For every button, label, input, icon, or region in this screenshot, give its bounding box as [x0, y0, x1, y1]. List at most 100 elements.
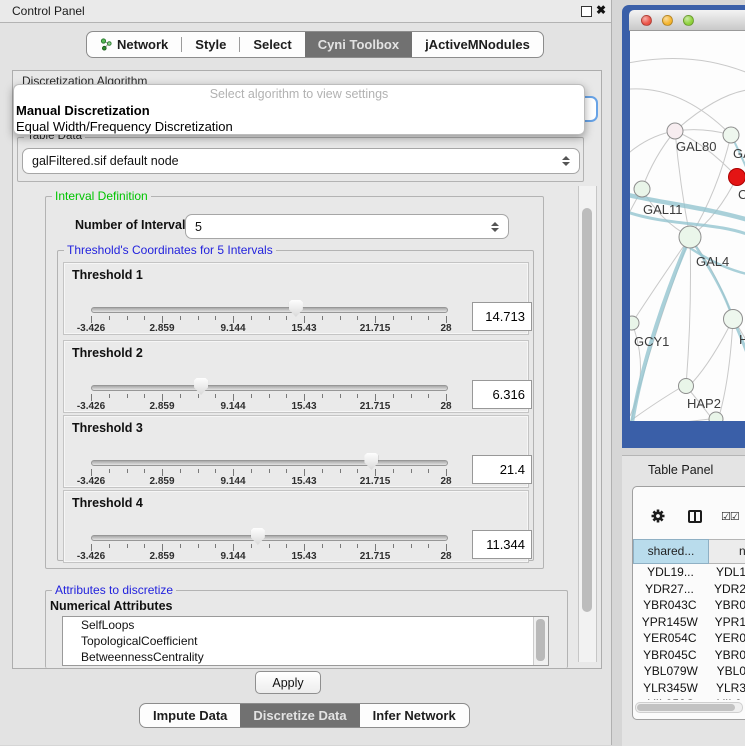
network-edge[interactable]	[630, 58, 745, 76]
split-columns-icon[interactable]	[688, 510, 702, 523]
network-edge-highlighted[interactable]	[690, 237, 733, 319]
tab-network[interactable]: Network	[87, 32, 181, 57]
attribute-list-item-betweennesscentrality[interactable]: BetweennessCentrality	[63, 649, 548, 665]
table-row[interactable]: YPR145WYPR1	[633, 615, 745, 632]
tab-jactivemnodules[interactable]: jActiveMNodules	[412, 32, 543, 57]
network-edge[interactable]	[642, 131, 675, 189]
threshold-value-field[interactable]: 6.316	[472, 380, 532, 409]
network-window-titlebar[interactable]	[629, 10, 745, 31]
cell-shared-name[interactable]: YBL079W	[633, 664, 709, 681]
slider-thumb[interactable]	[364, 453, 378, 470]
column-header-shared-name[interactable]: shared...	[633, 539, 709, 564]
tab-select[interactable]: Select	[240, 32, 304, 57]
slider-thumb[interactable]	[194, 378, 208, 395]
dropdown-option-manual-discretization[interactable]: Manual Discretization	[14, 103, 584, 119]
column-header-name[interactable]: n	[709, 539, 745, 564]
cell-shared-name[interactable]: YDR27...	[633, 582, 706, 599]
cell-shared-name[interactable]: YLR345W	[633, 681, 708, 698]
cell-shared-name[interactable]: YPR145W	[633, 615, 707, 632]
threshold-slider[interactable]: -3.4262.8599.14415.4321.71528	[91, 491, 446, 562]
network-node-gal80[interactable]	[667, 123, 683, 139]
network-view-window[interactable]: GAL80GACGAL11GAL4GCY1HHAP2	[622, 5, 745, 448]
node-label: H	[739, 332, 745, 347]
cell-name[interactable]: YDL1	[708, 565, 745, 582]
network-edge[interactable]	[692, 319, 733, 383]
cell-shared-name[interactable]: YDL19...	[633, 565, 708, 582]
slider-thumb[interactable]	[251, 528, 265, 545]
scrollbar-thumb[interactable]	[637, 704, 735, 711]
checked-checkbox-icons[interactable]: ☑☑	[721, 510, 739, 523]
apply-button[interactable]: Apply	[255, 671, 321, 694]
close-icon[interactable]: ✖	[596, 3, 606, 17]
table-row[interactable]: YDL19...YDL1	[633, 565, 745, 582]
threshold-value-field[interactable]: 21.4	[472, 455, 532, 484]
settings-vertical-scrollbar[interactable]	[578, 186, 597, 662]
numerical-attributes-listbox[interactable]: SelfLoopsTopologicalCoefficientBetweenne…	[62, 616, 549, 666]
slider-thumb[interactable]	[289, 300, 303, 317]
zoom-traffic-light-icon[interactable]	[683, 15, 694, 26]
attribute-list-item-topologicalcoefficient[interactable]: TopologicalCoefficient	[63, 633, 548, 649]
slider-track[interactable]	[91, 460, 448, 466]
table-data-combobox[interactable]: galFiltered.sif default node	[22, 148, 580, 174]
cell-shared-name[interactable]: YBR045C	[633, 648, 707, 665]
threshold-panel-3: Threshold 3 -3.4262.8599.14415.4321.7152…	[63, 415, 529, 488]
cell-name[interactable]: YLR3	[708, 681, 745, 698]
table-row[interactable]: YDR27...YDR2	[633, 582, 745, 599]
network-node-hap2[interactable]	[679, 379, 694, 394]
slider-track[interactable]	[91, 307, 448, 313]
cell-name[interactable]: YDR2	[706, 582, 745, 599]
float-window-icon[interactable]	[581, 6, 592, 17]
panel-title: Control Panel	[12, 0, 85, 22]
cell-name[interactable]: YBL0	[709, 664, 745, 681]
cell-shared-name[interactable]: YER054C	[633, 631, 707, 648]
cell-name[interactable]: YER0	[707, 631, 745, 648]
cell-name[interactable]: YBR0	[707, 648, 745, 665]
listbox-scrollbar[interactable]	[533, 617, 548, 665]
dropdown-option-equal-width-frequency[interactable]: Equal Width/Frequency Discretization	[14, 119, 584, 135]
network-node[interactable]	[709, 412, 723, 421]
network-node-gal11[interactable]	[634, 181, 650, 197]
network-node-gcy1[interactable]	[630, 316, 639, 330]
network-node-c[interactable]	[729, 169, 745, 186]
table-row[interactable]: YBR043CYBR0	[633, 598, 745, 615]
slider-track[interactable]	[91, 385, 448, 391]
threshold-value-field[interactable]: 11.344	[472, 530, 532, 559]
table-row[interactable]: YER054CYER0	[633, 631, 745, 648]
tab-infer-network[interactable]: Infer Network	[360, 704, 469, 727]
tab-impute-data[interactable]: Impute Data	[140, 704, 240, 727]
network-edge[interactable]	[686, 237, 691, 386]
slider-track[interactable]	[91, 535, 448, 541]
cell-shared-name[interactable]: YIL052C	[633, 697, 709, 700]
table-horizontal-scrollbar[interactable]	[635, 702, 743, 713]
threshold-value-field[interactable]: 14.713	[472, 302, 532, 331]
network-edge-highlighted[interactable]	[632, 237, 690, 421]
cell-name[interactable]: YBR0	[707, 598, 745, 615]
cell-name[interactable]: YIL0	[709, 697, 742, 700]
table-row[interactable]: YBR045CYBR0	[633, 648, 745, 665]
cell-shared-name[interactable]: YBR043C	[633, 598, 707, 615]
gear-icon[interactable]	[651, 509, 665, 523]
network-canvas[interactable]: GAL80GACGAL11GAL4GCY1HHAP2	[630, 31, 745, 421]
threshold-slider[interactable]: -3.4262.8599.14415.4321.71528	[91, 263, 446, 334]
table-row[interactable]: YIL052CYIL0	[633, 697, 745, 700]
number-of-intervals-combobox[interactable]: 5	[185, 214, 509, 239]
network-node-ga[interactable]	[723, 127, 739, 143]
network-edge[interactable]	[720, 319, 733, 413]
scrollbar-thumb[interactable]	[536, 619, 545, 661]
network-edge[interactable]	[675, 89, 745, 131]
tab-discretize-data[interactable]: Discretize Data	[240, 704, 359, 727]
table-row[interactable]: YLR345WYLR3	[633, 681, 745, 698]
network-node-h[interactable]	[724, 310, 743, 329]
table-row[interactable]: YBL079WYBL0	[633, 664, 745, 681]
threshold-slider[interactable]: -3.4262.8599.14415.4321.71528	[91, 416, 446, 487]
tab-style[interactable]: Style	[182, 32, 239, 57]
cell-name[interactable]: YPR1	[707, 615, 745, 632]
scrollbar-thumb[interactable]	[582, 208, 592, 612]
minimize-traffic-light-icon[interactable]	[662, 15, 673, 26]
network-edge[interactable]	[630, 419, 710, 421]
close-traffic-light-icon[interactable]	[641, 15, 652, 26]
tab-cyni-toolbox[interactable]: Cyni Toolbox	[305, 32, 412, 57]
network-node-gal4[interactable]	[679, 226, 701, 248]
threshold-slider[interactable]: -3.4262.8599.14415.4321.71528	[91, 341, 446, 412]
attribute-list-item-selfloops[interactable]: SelfLoops	[63, 617, 548, 633]
